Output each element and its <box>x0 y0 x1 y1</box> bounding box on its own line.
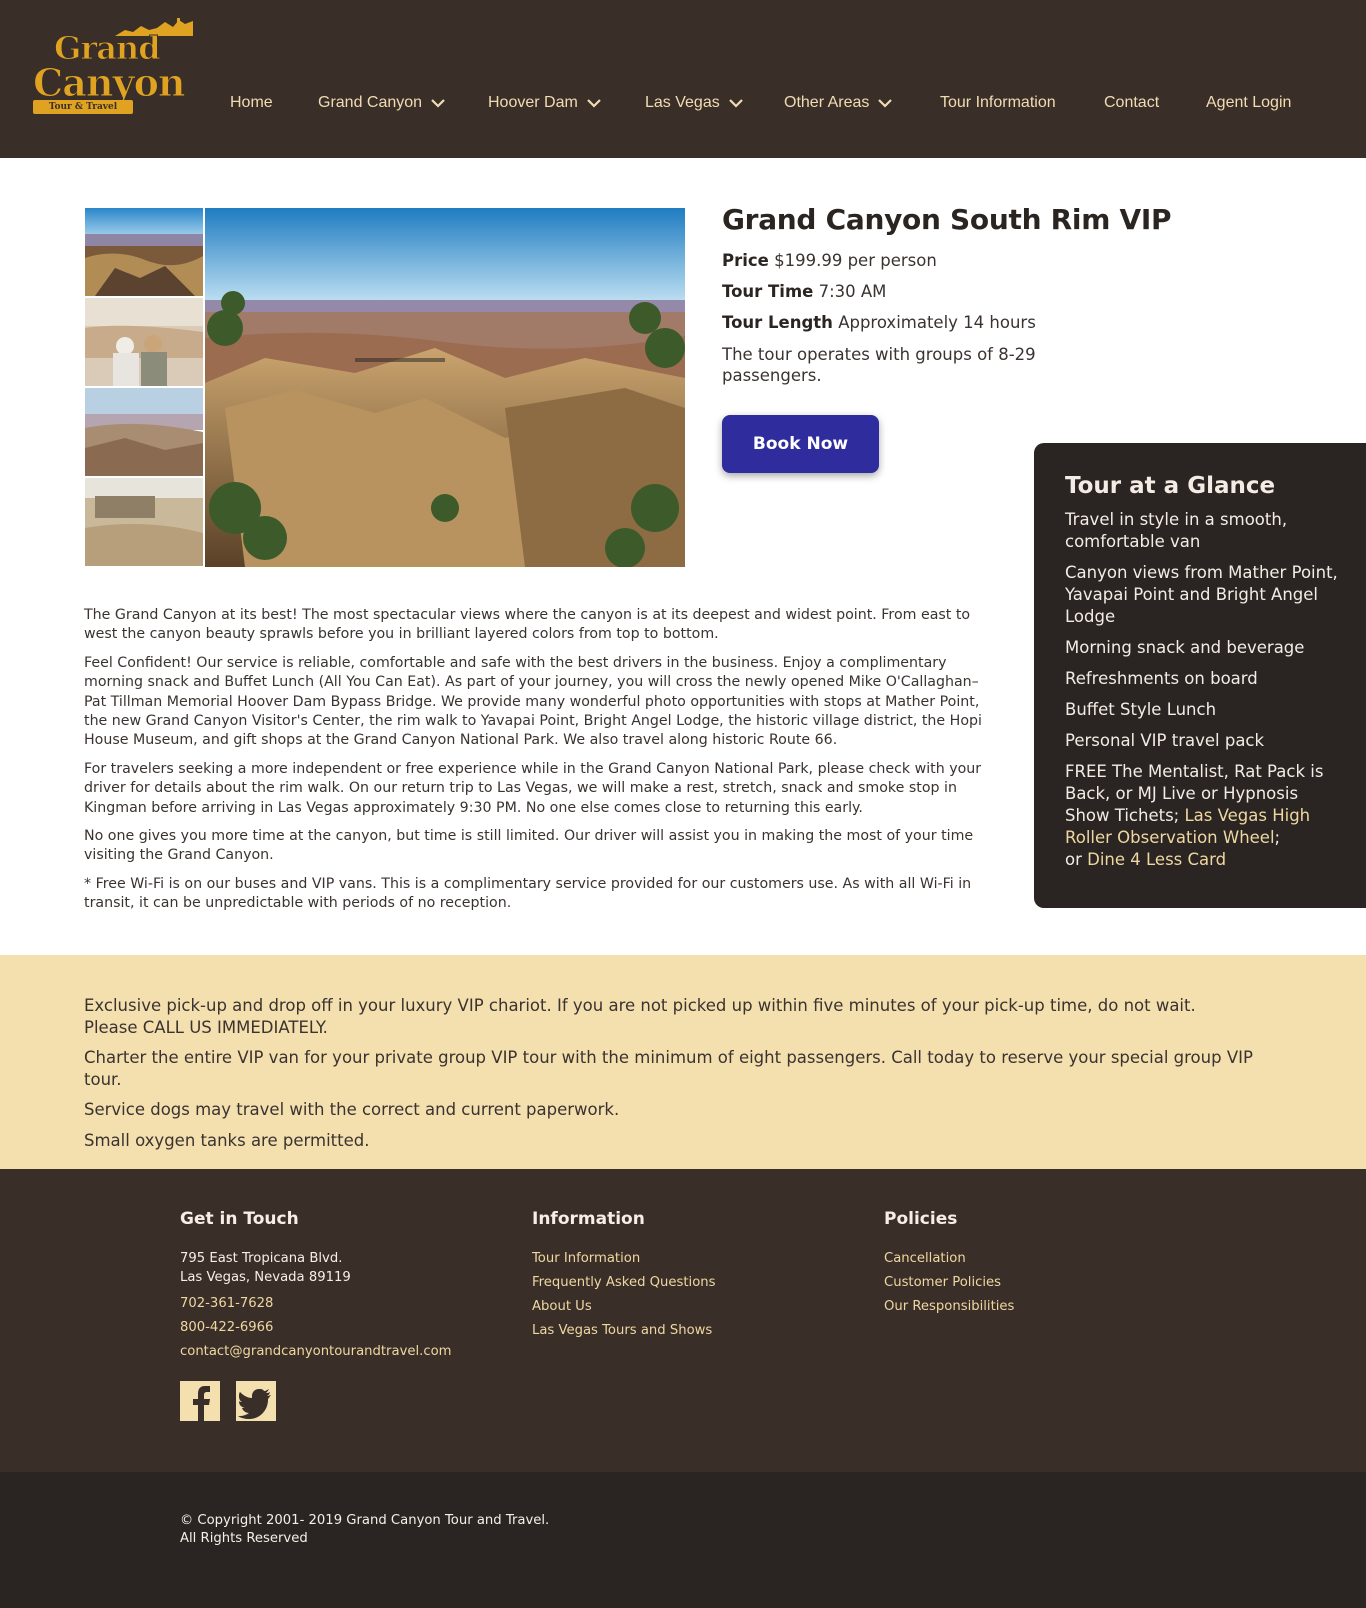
phone-link-1[interactable]: 702-361-7628 <box>180 1294 452 1313</box>
footer-policies-title: Policies <box>884 1209 958 1229</box>
footer-information: Information Tour Information Frequently … <box>532 1209 716 1345</box>
footer-contact-title: Get in Touch <box>180 1209 299 1229</box>
site-logo[interactable]: Grand Canyon Tour & Travel <box>30 18 195 116</box>
site-footer: Get in Touch 795 East Tropicana Blvd. La… <box>0 1169 1366 1472</box>
nav-contact[interactable]: Contact <box>1104 94 1159 112</box>
nav-grand-canyon[interactable]: Grand Canyon <box>318 94 446 112</box>
tour-length-label: Tour Length <box>722 313 833 332</box>
description-paragraph: For travelers seeking a more independent… <box>84 760 982 816</box>
glance-title: Tour at a Glance <box>1065 473 1276 499</box>
book-now-button[interactable]: Book Now <box>722 415 879 473</box>
group-size-text: The tour operates with groups of 8-29 pa… <box>722 345 1036 385</box>
tour-hero-image <box>205 208 685 567</box>
nav-hoover-dam[interactable]: Hoover Dam <box>488 94 602 112</box>
chevron-down-icon <box>431 99 445 108</box>
chevron-down-icon <box>587 99 601 108</box>
tour-length: Tour Length Approximately 14 hours <box>722 313 1036 332</box>
glance-item: Morning snack and beverage <box>1065 638 1305 657</box>
description-paragraph: No one gives you more time at the canyon… <box>84 828 974 864</box>
footer-link-faq[interactable]: Frequently Asked Questions <box>532 1273 716 1292</box>
nav-agent-login[interactable]: Agent Login <box>1206 94 1291 112</box>
chevron-down-icon <box>878 99 893 108</box>
pickup-notice: Exclusive pick-up and drop off in your l… <box>84 996 1196 1037</box>
tour-title: Grand Canyon South Rim VIP <box>722 203 1172 236</box>
gallery-thumbnail[interactable] <box>85 298 203 386</box>
copyright-text: © Copyright 2001- 2019 Grand Canyon Tour… <box>180 1513 550 1528</box>
oxygen-notice: Small oxygen tanks are permitted. <box>84 1130 370 1150</box>
description-paragraph: The Grand Canyon at its best! The most s… <box>84 607 971 643</box>
nav-other-areas[interactable]: Other Areas <box>784 94 893 112</box>
price-label: Price <box>722 251 769 270</box>
site-header: Grand Canyon Tour & Travel Home Grand Ca… <box>0 0 1366 158</box>
footer-link-cancellation[interactable]: Cancellation <box>884 1249 1014 1268</box>
footer-policies: Policies Cancellation Customer Policies … <box>884 1209 1014 1321</box>
tour-length-value: Approximately 14 hours <box>838 313 1036 332</box>
glance-item: Canyon views from Mather Point, Yavapai … <box>1065 563 1338 626</box>
glance-item-free-shows: FREE The Mentalist, Rat Pack is Back, or… <box>1065 761 1342 871</box>
price-value: $199.99 per person <box>774 251 937 270</box>
facebook-icon[interactable] <box>180 1381 220 1421</box>
glance-item: Personal VIP travel pack <box>1065 731 1265 750</box>
gallery-thumbnail[interactable] <box>85 208 203 296</box>
footer-information-title: Information <box>532 1209 645 1229</box>
footer-link-customer-policies[interactable]: Customer Policies <box>884 1273 1014 1292</box>
glance-list: Travel in style in a smooth, comfortable… <box>1065 509 1342 871</box>
vip-notice-band: Exclusive pick-up and drop off in your l… <box>0 955 1366 1169</box>
glance-item: Refreshments on board <box>1065 669 1258 688</box>
chevron-down-icon <box>728 99 743 108</box>
free-or-text: or <box>1065 850 1082 869</box>
nav-tour-information[interactable]: Tour Information <box>940 94 1056 112</box>
footer-link-las-vegas-tours[interactable]: Las Vegas Tours and Shows <box>532 1321 716 1340</box>
phone-link-2[interactable]: 800-422-6966 <box>180 1318 452 1337</box>
footer-contact: Get in Touch 795 East Tropicana Blvd. La… <box>180 1209 452 1421</box>
logo-tagline: Tour & Travel <box>33 100 133 114</box>
nav-las-vegas[interactable]: Las Vegas <box>645 94 744 112</box>
service-dogs-notice: Service dogs may travel with the correct… <box>84 1100 620 1119</box>
wifi-note: * Free Wi-Fi is on our buses and VIP van… <box>84 875 972 912</box>
tour-time: Tour Time 7:30 AM <box>722 282 886 301</box>
tour-price: Price $199.99 per person <box>722 251 937 270</box>
tour-time-value: 7:30 AM <box>818 282 887 301</box>
nav-home[interactable]: Home <box>230 94 273 112</box>
gallery-thumbnail[interactable] <box>85 478 203 566</box>
copyright-bar: © Copyright 2001- 2019 Grand Canyon Tour… <box>0 1472 1366 1608</box>
social-links <box>180 1381 452 1421</box>
charter-notice: Charter the entire VIP van for your priv… <box>84 1048 1253 1089</box>
gallery-thumbnail[interactable] <box>85 388 203 476</box>
footer-link-our-responsibilities[interactable]: Our Responsibilities <box>884 1297 1014 1316</box>
glance-item: Buffet Style Lunch <box>1065 700 1217 719</box>
twitter-icon[interactable] <box>236 1381 276 1421</box>
tour-description: The Grand Canyon at its best! The most s… <box>84 606 999 923</box>
footer-link-tour-information[interactable]: Tour Information <box>532 1249 716 1268</box>
free-separator: ; <box>1274 828 1281 847</box>
logo-word-canyon: Canyon <box>33 60 187 105</box>
description-paragraph: Feel Confident! Our service is reliable,… <box>84 654 982 749</box>
tour-time-label: Tour Time <box>722 282 814 301</box>
glance-item: Travel in style in a smooth, comfortable… <box>1065 510 1288 551</box>
email-link[interactable]: contact@grandcanyontourandtravel.com <box>180 1342 452 1361</box>
address: 795 East Tropicana Blvd. Las Vegas, Neva… <box>180 1251 351 1285</box>
dine-4-less-link[interactable]: Dine 4 Less Card <box>1087 850 1226 869</box>
rights-text: All Rights Reserved <box>180 1531 308 1546</box>
tour-at-a-glance-panel: Tour at a Glance Travel in style in a sm… <box>1034 443 1366 908</box>
footer-link-about-us[interactable]: About Us <box>532 1297 716 1316</box>
